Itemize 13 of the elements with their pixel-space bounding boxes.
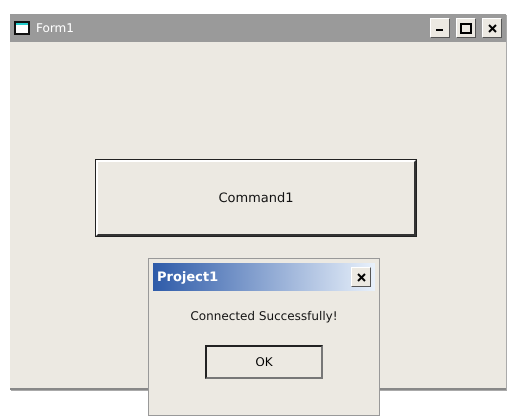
command-button[interactable]: Command1 bbox=[96, 160, 416, 236]
ok-button[interactable]: OK bbox=[205, 345, 323, 379]
close-icon bbox=[488, 24, 496, 32]
maximize-button[interactable] bbox=[456, 18, 476, 38]
close-button[interactable] bbox=[482, 18, 502, 38]
dialog-title: Project1 bbox=[157, 270, 218, 284]
close-icon bbox=[356, 272, 366, 282]
message-text: Connected Successfully! bbox=[190, 309, 338, 323]
form-icon bbox=[14, 21, 30, 35]
minimize-button[interactable] bbox=[430, 18, 450, 38]
window-title: Form1 bbox=[36, 21, 75, 35]
close-button[interactable] bbox=[351, 267, 371, 287]
maximize-icon bbox=[460, 22, 472, 34]
